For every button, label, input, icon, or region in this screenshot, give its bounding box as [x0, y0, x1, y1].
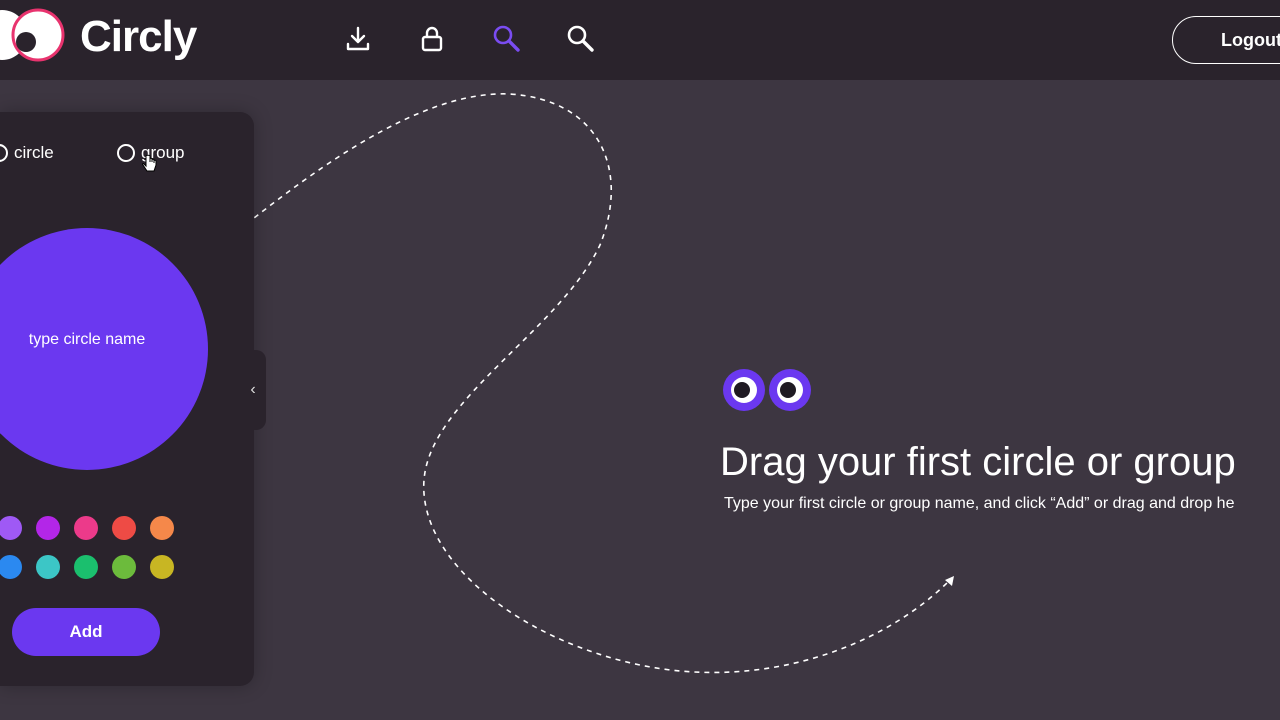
color-swatch-red[interactable]: [112, 516, 136, 540]
color-swatch-lime[interactable]: [112, 555, 136, 579]
color-swatch-orange[interactable]: [150, 516, 174, 540]
empty-state-subtitle: Type your first circle or group name, an…: [724, 495, 1235, 512]
color-swatch-green[interactable]: [74, 555, 98, 579]
radio-circle[interactable]: circle: [0, 142, 54, 164]
radio-circle-label: circle: [14, 143, 54, 162]
color-swatch-pink[interactable]: [74, 516, 98, 540]
chevron-left-icon[interactable]: ‹: [240, 350, 266, 430]
color-swatch-yellow[interactable]: [150, 555, 174, 579]
empty-state-title: Drag your first circle or group: [720, 440, 1236, 484]
radio-circle-indicator[interactable]: [0, 144, 8, 162]
add-button[interactable]: Add: [12, 608, 160, 656]
empty-state-eyes-icon: [723, 369, 811, 411]
radio-group-indicator[interactable]: [117, 144, 135, 162]
color-swatch-teal[interactable]: [36, 555, 60, 579]
cursor-hand-icon: [142, 154, 157, 172]
circle-name-input[interactable]: [0, 326, 180, 354]
color-swatch-purple[interactable]: [36, 516, 60, 540]
